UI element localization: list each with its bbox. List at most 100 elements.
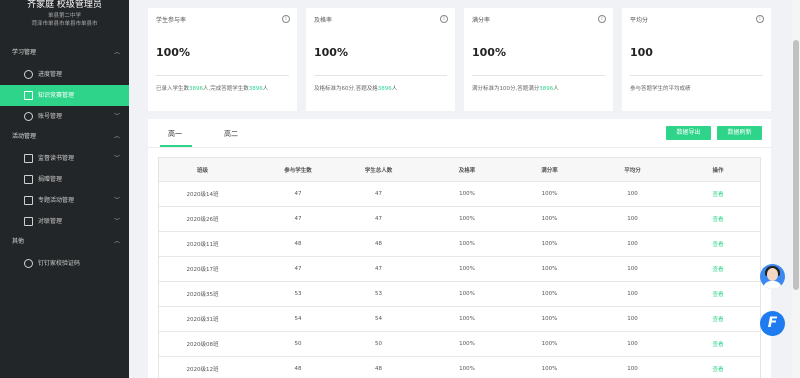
gift-icon	[24, 175, 33, 184]
table-cell: 100%	[459, 341, 475, 347]
column-header: 及格率	[458, 167, 476, 174]
support-avatar[interactable]	[760, 264, 785, 289]
info-icon[interactable]: i	[598, 15, 606, 23]
card-description: 及格标准为60分,答题及格3896人	[314, 86, 398, 92]
column-header: 学生总人数	[364, 167, 393, 174]
table-cell: 48	[375, 366, 382, 372]
table-cell: 100%	[541, 216, 558, 222]
book-icon	[24, 154, 33, 163]
sidebar-item-label: 钉钉家校验证码	[38, 260, 81, 267]
card-description: 参与答题学生的平均成绩	[630, 86, 691, 92]
stat-card-participation: 学生参与率 i 100% 已录入学生数3896人,完成答题学生数3896人	[148, 8, 297, 111]
table-row: 2020级14班 47 47 100% 100% 100 查看	[159, 182, 760, 207]
view-link[interactable]: 查看	[674, 232, 762, 256]
column-header: 操作	[712, 167, 724, 174]
table-cell: 47	[375, 216, 382, 222]
table-row: 2020级08班 50 50 100% 100% 100 查看	[159, 332, 760, 357]
table-cell: 50	[375, 341, 382, 347]
sidebar-item-quiz[interactable]: 知识竞赛管理	[0, 85, 129, 106]
table-row: 2020级26班 47 47 100% 100% 100 查看	[159, 207, 760, 232]
table-cell: 47	[294, 216, 302, 222]
table-row: 2020级31班 54 54 100% 100% 100 查看	[159, 307, 760, 332]
sidebar-item-label: 账号管理	[38, 113, 63, 120]
info-icon[interactable]: i	[440, 15, 448, 23]
tab-grade-1[interactable]: 高一	[168, 129, 182, 139]
shield-icon	[24, 259, 33, 268]
table-cell: 47	[294, 191, 302, 197]
table-cell: 100%	[541, 266, 558, 272]
column-header: 满分率	[541, 167, 558, 174]
divider	[314, 75, 447, 76]
sidebar-item-donation[interactable]: 捐赠管理	[0, 169, 129, 190]
refresh-button[interactable]: 数据刷新	[717, 126, 762, 140]
chevron-up-icon: ︿	[113, 133, 120, 140]
app-logo-icon[interactable]: F	[760, 311, 785, 336]
table-cell: 100	[627, 366, 638, 372]
sidebar-item-reading[interactable]: 监督读书管理 ﹀	[0, 148, 129, 169]
export-button[interactable]: 数据导出	[666, 126, 711, 140]
info-icon[interactable]: i	[756, 15, 764, 23]
view-link[interactable]: 查看	[674, 182, 762, 206]
column-header: 参与学生数	[284, 167, 312, 174]
stat-card-full-score-rate: 满分率 i 100% 满分标准为100分,答题满分3896人	[464, 8, 613, 111]
table-header: 班级 参与学生数 学生总人数 及格率 满分率 平均分 操作	[159, 158, 760, 182]
stat-card-average: 平均分 i 100 参与答题学生的平均成绩	[622, 8, 771, 111]
progress-icon	[24, 70, 33, 79]
stat-card-pass-rate: 及格率 i 100% 及格标准为60分,答题及格3896人	[306, 8, 455, 111]
group-label: 其他	[12, 238, 25, 245]
table-cell: 2020级11班	[186, 242, 219, 248]
admin-title: 齐家庭 校级管理员	[27, 0, 102, 10]
view-link[interactable]: 查看	[674, 207, 762, 231]
card-label: 学生参与率	[156, 17, 187, 24]
table-cell: 100	[627, 191, 638, 197]
sidebar-item-label: 捐赠管理	[38, 176, 63, 183]
card-value: 100%	[156, 46, 190, 59]
view-link[interactable]: 查看	[674, 307, 762, 331]
sidebar-group-other[interactable]: 其他 ︿	[0, 236, 129, 248]
table-cell: 2020级14班	[186, 192, 219, 198]
sidebar-item-progress[interactable]: 进度管理	[0, 64, 129, 85]
view-link[interactable]: 查看	[674, 257, 762, 281]
card-label: 平均分	[630, 17, 649, 24]
chart-icon	[24, 91, 33, 100]
folder-icon	[24, 196, 33, 205]
scrollbar[interactable]	[792, 0, 800, 378]
table-cell: 2020级17班	[186, 267, 219, 273]
chevron-up-icon: ︿	[113, 238, 120, 245]
card-value: 100	[630, 46, 653, 59]
sidebar-item-label: 对联管理	[38, 218, 63, 225]
table-cell: 100	[627, 291, 638, 297]
table-cell: 100	[627, 316, 638, 322]
table-cell: 100%	[459, 366, 475, 372]
sidebar-item-special[interactable]: 专题活动管理 ﹀	[0, 190, 129, 211]
sidebar-item-couplet[interactable]: 对联管理 ﹀	[0, 211, 129, 232]
card-description: 满分标准为100分,答题满分3896人	[472, 86, 559, 92]
view-link[interactable]: 查看	[674, 332, 762, 356]
sidebar-item-dingtalk[interactable]: 钉钉家校验证码	[0, 253, 129, 274]
table-row: 2020级17班 47 47 100% 100% 100 查看	[159, 257, 760, 282]
table-cell: 100%	[541, 291, 558, 297]
sidebar-item-account[interactable]: 账号管理 ﹀	[0, 106, 129, 127]
sidebar: 齐家庭 校级管理员 单县第二中学 菏泽市单县市单县市单县市 学习管理 ︿ 进度管…	[0, 0, 129, 378]
chevron-down-icon: ﹀	[113, 197, 120, 204]
group-label: 学习管理	[12, 49, 37, 56]
info-icon[interactable]: i	[282, 15, 290, 23]
view-link[interactable]: 查看	[674, 282, 762, 306]
table-cell: 2020级12班	[186, 367, 219, 373]
table-row: 2020级12班 48 48 100% 100% 100 查看	[159, 357, 760, 378]
card-value: 100%	[472, 46, 506, 59]
tab-grade-2[interactable]: 高二	[224, 129, 238, 139]
scroll-thumb[interactable]	[793, 40, 799, 290]
tabs-divider	[148, 147, 771, 148]
column-header: 班级	[196, 167, 208, 174]
view-link[interactable]: 查看	[674, 357, 762, 378]
region-name: 菏泽市单县市单县市单县市	[31, 21, 98, 27]
sidebar-group-learning[interactable]: 学习管理 ︿	[0, 47, 129, 59]
table-cell: 100	[627, 341, 638, 347]
column-header: 平均分	[624, 167, 641, 174]
table-cell: 100%	[541, 366, 558, 372]
sidebar-group-activity[interactable]: 活动管理 ︿	[0, 131, 129, 143]
table-cell: 100	[627, 266, 638, 272]
chevron-down-icon: ﹀	[113, 113, 120, 120]
card-value: 100%	[314, 46, 348, 59]
